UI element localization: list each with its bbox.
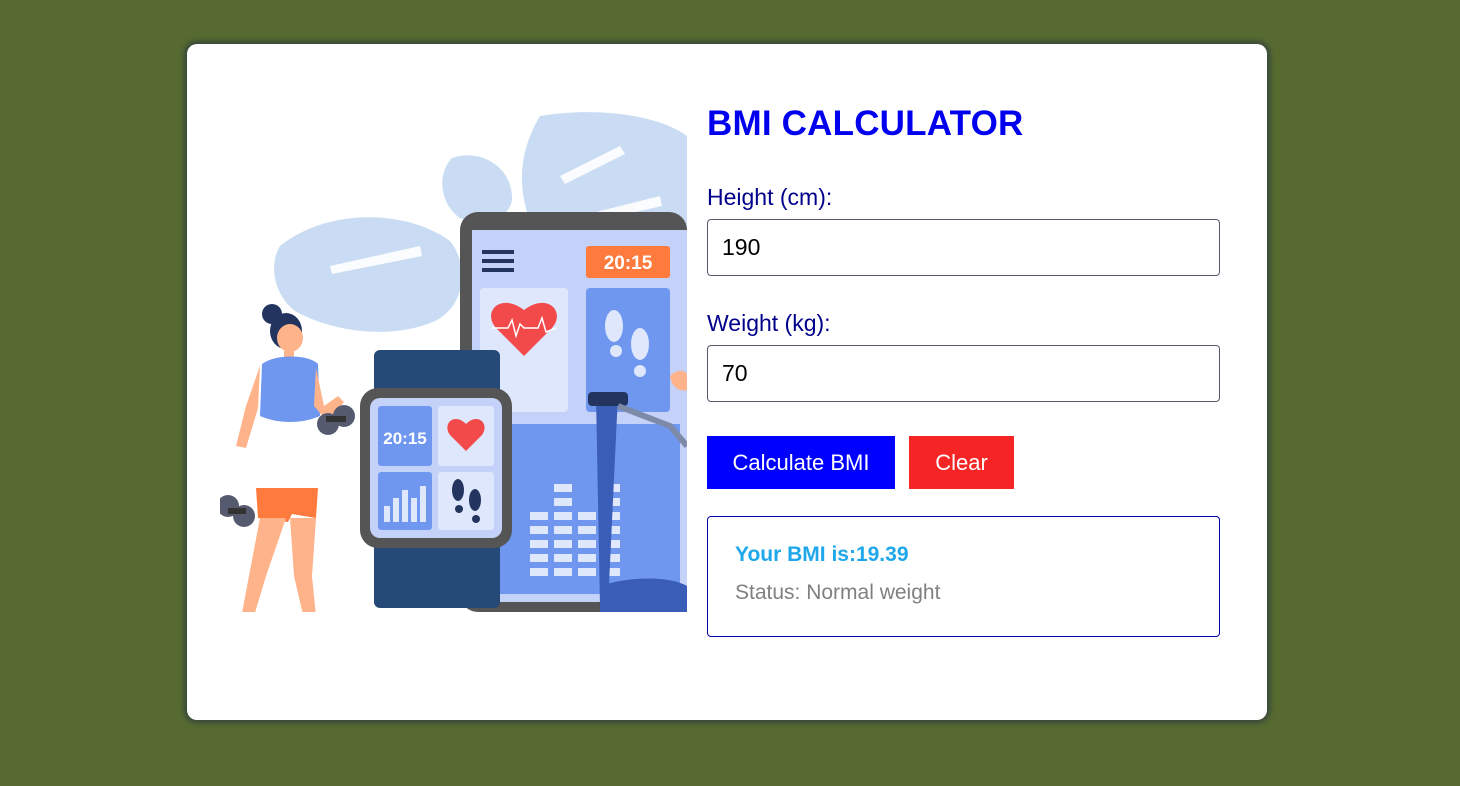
clear-button[interactable]: Clear <box>909 436 1014 489</box>
calculate-bmi-button[interactable]: Calculate BMI <box>707 436 895 489</box>
height-label: Height (cm): <box>707 184 833 210</box>
result-box: Your BMI is:19.39 Status: Normal weight <box>707 516 1220 637</box>
fitness-illustration: 20:15 20:15 <box>220 112 687 612</box>
bmi-result-value: 19.39 <box>855 543 909 566</box>
bmi-result-label: Your BMI is: <box>735 543 856 566</box>
bmi-result: Your BMI is:19.39 <box>735 543 1192 567</box>
bmi-form: BMI CALCULATOR Height (cm): Weight (kg):… <box>707 104 1220 637</box>
bmi-status-label: Status: <box>735 581 807 604</box>
smartwatch-icon: 20:15 <box>360 350 512 608</box>
bmi-status: Status: Normal weight <box>735 581 1192 605</box>
button-row: Calculate BMI Clear <box>707 436 1220 489</box>
woman-exercising-icon <box>236 304 344 612</box>
page-title: BMI CALCULATOR <box>707 104 1024 143</box>
height-input[interactable] <box>707 219 1220 276</box>
bmi-status-value: Normal weight <box>806 581 941 604</box>
bmi-card: 20:15 20:15 BMI CALCULATOR Height (cm): … <box>187 44 1267 720</box>
phone-clock: 20:15 <box>604 253 653 274</box>
weight-label: Weight (kg): <box>707 310 831 336</box>
footprint-icon <box>605 310 623 342</box>
watch-clock: 20:15 <box>383 429 426 448</box>
weight-input[interactable] <box>707 345 1220 402</box>
